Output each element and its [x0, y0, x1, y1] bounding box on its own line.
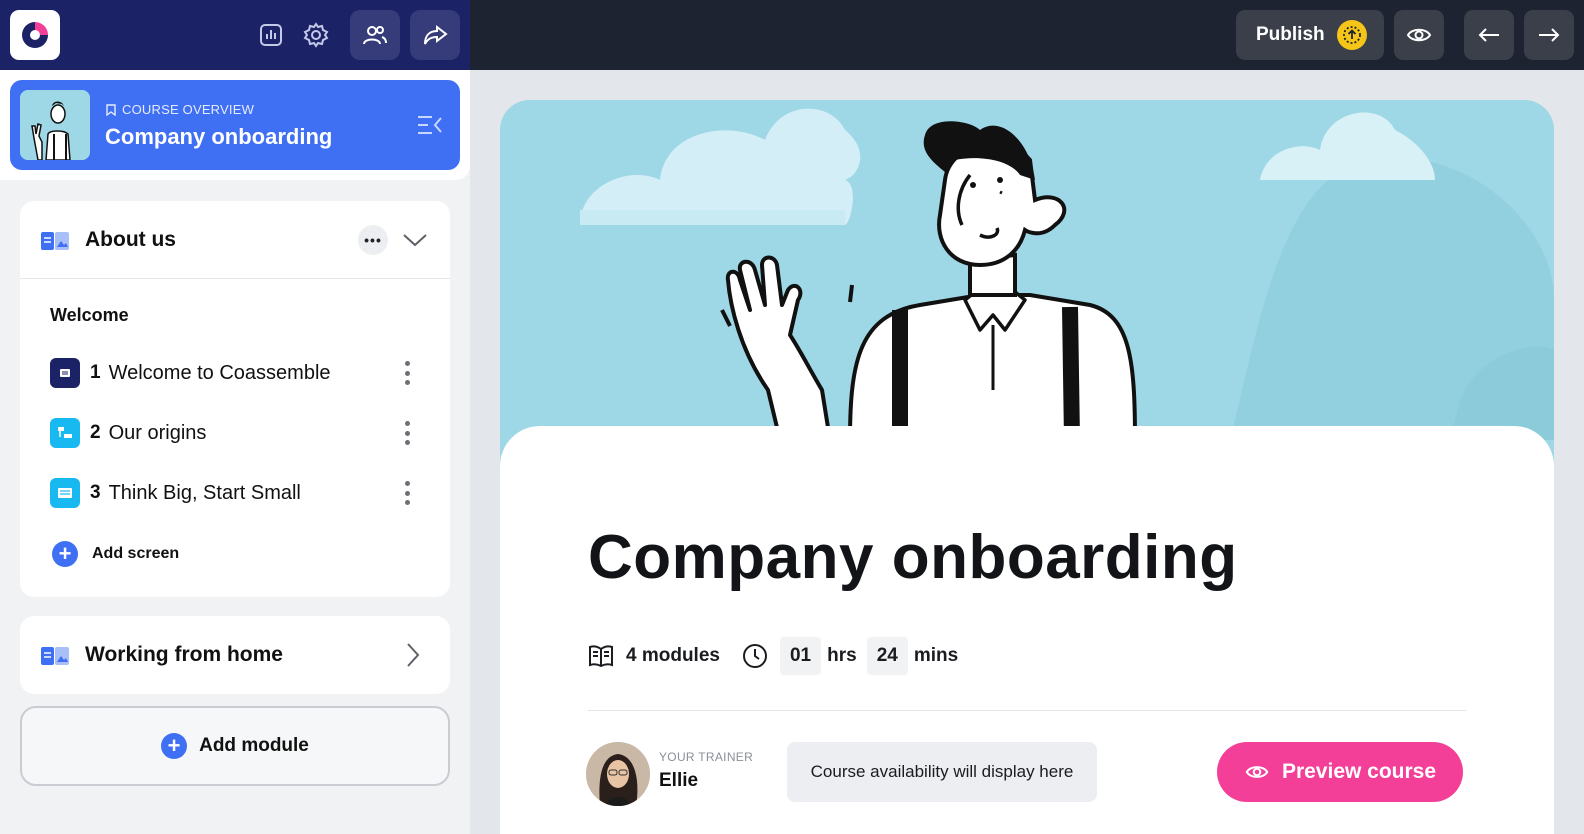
- screen-label: Welcome to Coassemble: [108, 361, 331, 384]
- bookmark-icon: [106, 103, 116, 116]
- availability-box: Course availability will display here: [787, 742, 1097, 802]
- screen-label: Think Big, Start Small: [108, 481, 301, 504]
- users-icon[interactable]: [350, 10, 400, 60]
- screen-item-1[interactable]: 1 Welcome to Coassemble: [50, 353, 430, 393]
- publish-label: Publish: [1256, 24, 1325, 45]
- course-info-card: Company onboarding 4 modules 01 hrs 24 m…: [500, 426, 1554, 834]
- trainer-kicker: YOUR TRAINER: [659, 750, 754, 764]
- analytics-icon[interactable]: [246, 10, 296, 60]
- preview-course-button[interactable]: Preview course: [1217, 742, 1463, 802]
- screen-options-icon[interactable]: [404, 481, 410, 505]
- collapse-sidebar-icon[interactable]: [416, 112, 444, 138]
- eye-icon: [1245, 766, 1269, 778]
- plus-icon: +: [161, 733, 188, 759]
- preview-eye-button[interactable]: [1394, 10, 1444, 60]
- preview-course-label: Preview course: [1281, 760, 1437, 783]
- module-title: About us: [85, 228, 176, 251]
- chevron-right-icon[interactable]: [404, 642, 422, 668]
- eye-icon: [1406, 28, 1432, 42]
- share-icon[interactable]: [410, 10, 460, 60]
- course-heading: Company onboarding: [588, 523, 1238, 592]
- module-more-button[interactable]: •••: [358, 225, 388, 255]
- course-title: Company onboarding: [105, 124, 333, 149]
- trainer-avatar: [586, 742, 650, 806]
- screen-options-icon[interactable]: [404, 361, 410, 385]
- hero-illustration: [500, 100, 1554, 440]
- add-screen-button[interactable]: + Add screen: [52, 541, 179, 567]
- sidebar: COURSE OVERVIEW Company onboarding About…: [0, 70, 470, 834]
- divider: [588, 710, 1466, 711]
- course-thumbnail: [20, 90, 90, 160]
- course-preview: Company onboarding 4 modules 01 hrs 24 m…: [500, 100, 1554, 834]
- publish-button[interactable]: Publish: [1236, 10, 1384, 60]
- chevron-down-icon[interactable]: [402, 229, 428, 251]
- timeline-screen-icon: [50, 418, 80, 448]
- section-label: Welcome: [50, 305, 129, 325]
- add-module-label: Add module: [199, 735, 309, 756]
- course-meta: 4 modules 01 hrs 24 mins: [588, 636, 958, 676]
- hours-unit: hrs: [827, 645, 857, 666]
- clock-icon: [742, 644, 767, 668]
- mins-value: 24: [866, 637, 908, 675]
- plus-icon: +: [52, 541, 78, 567]
- book-icon: [589, 645, 613, 668]
- module-header[interactable]: About us •••: [20, 201, 450, 279]
- card-screen-icon: [50, 478, 80, 508]
- modules-count: 4 modules: [626, 645, 720, 666]
- forward-button[interactable]: [1524, 10, 1574, 60]
- screen-number: 2: [90, 422, 101, 443]
- back-button[interactable]: [1464, 10, 1514, 60]
- settings-icon[interactable]: [291, 10, 341, 60]
- course-kicker: COURSE OVERVIEW: [106, 102, 254, 117]
- arrow-right-icon: [1539, 28, 1560, 42]
- add-screen-label: Add screen: [92, 545, 180, 562]
- availability-text: Course availability will display here: [810, 762, 1074, 781]
- module-card-working-from-home[interactable]: Working from home: [20, 616, 450, 694]
- coassemble-logo-icon[interactable]: [10, 10, 60, 60]
- mins-unit: mins: [913, 645, 959, 666]
- screen-options-icon[interactable]: [404, 421, 410, 445]
- course-kicker-text: COURSE OVERVIEW: [122, 102, 255, 117]
- topbar-left: [0, 0, 470, 70]
- add-module-button[interactable]: + Add module: [20, 706, 450, 786]
- screen-item-2[interactable]: 2 Our origins: [50, 413, 430, 453]
- module-card-about-us: About us ••• Welcome 1 Welcome to Coasse…: [20, 201, 450, 597]
- text-screen-icon: [50, 358, 80, 388]
- publish-upload-icon: [1336, 20, 1367, 50]
- hours-value: 01: [779, 637, 822, 675]
- course-card-wrap: COURSE OVERVIEW Company onboarding: [0, 70, 470, 180]
- course-overview-card[interactable]: COURSE OVERVIEW Company onboarding: [10, 80, 460, 170]
- arrow-left-icon: [1478, 28, 1499, 42]
- screen-number: 3: [90, 482, 101, 503]
- module-title: Working from home: [85, 643, 283, 666]
- screen-item-3[interactable]: 3 Think Big, Start Small: [50, 473, 430, 513]
- screen-number: 1: [90, 362, 101, 383]
- screen-label: Our origins: [108, 421, 207, 444]
- module-icon: [41, 232, 69, 250]
- module-icon: [41, 647, 69, 665]
- trainer-name: Ellie: [659, 770, 699, 791]
